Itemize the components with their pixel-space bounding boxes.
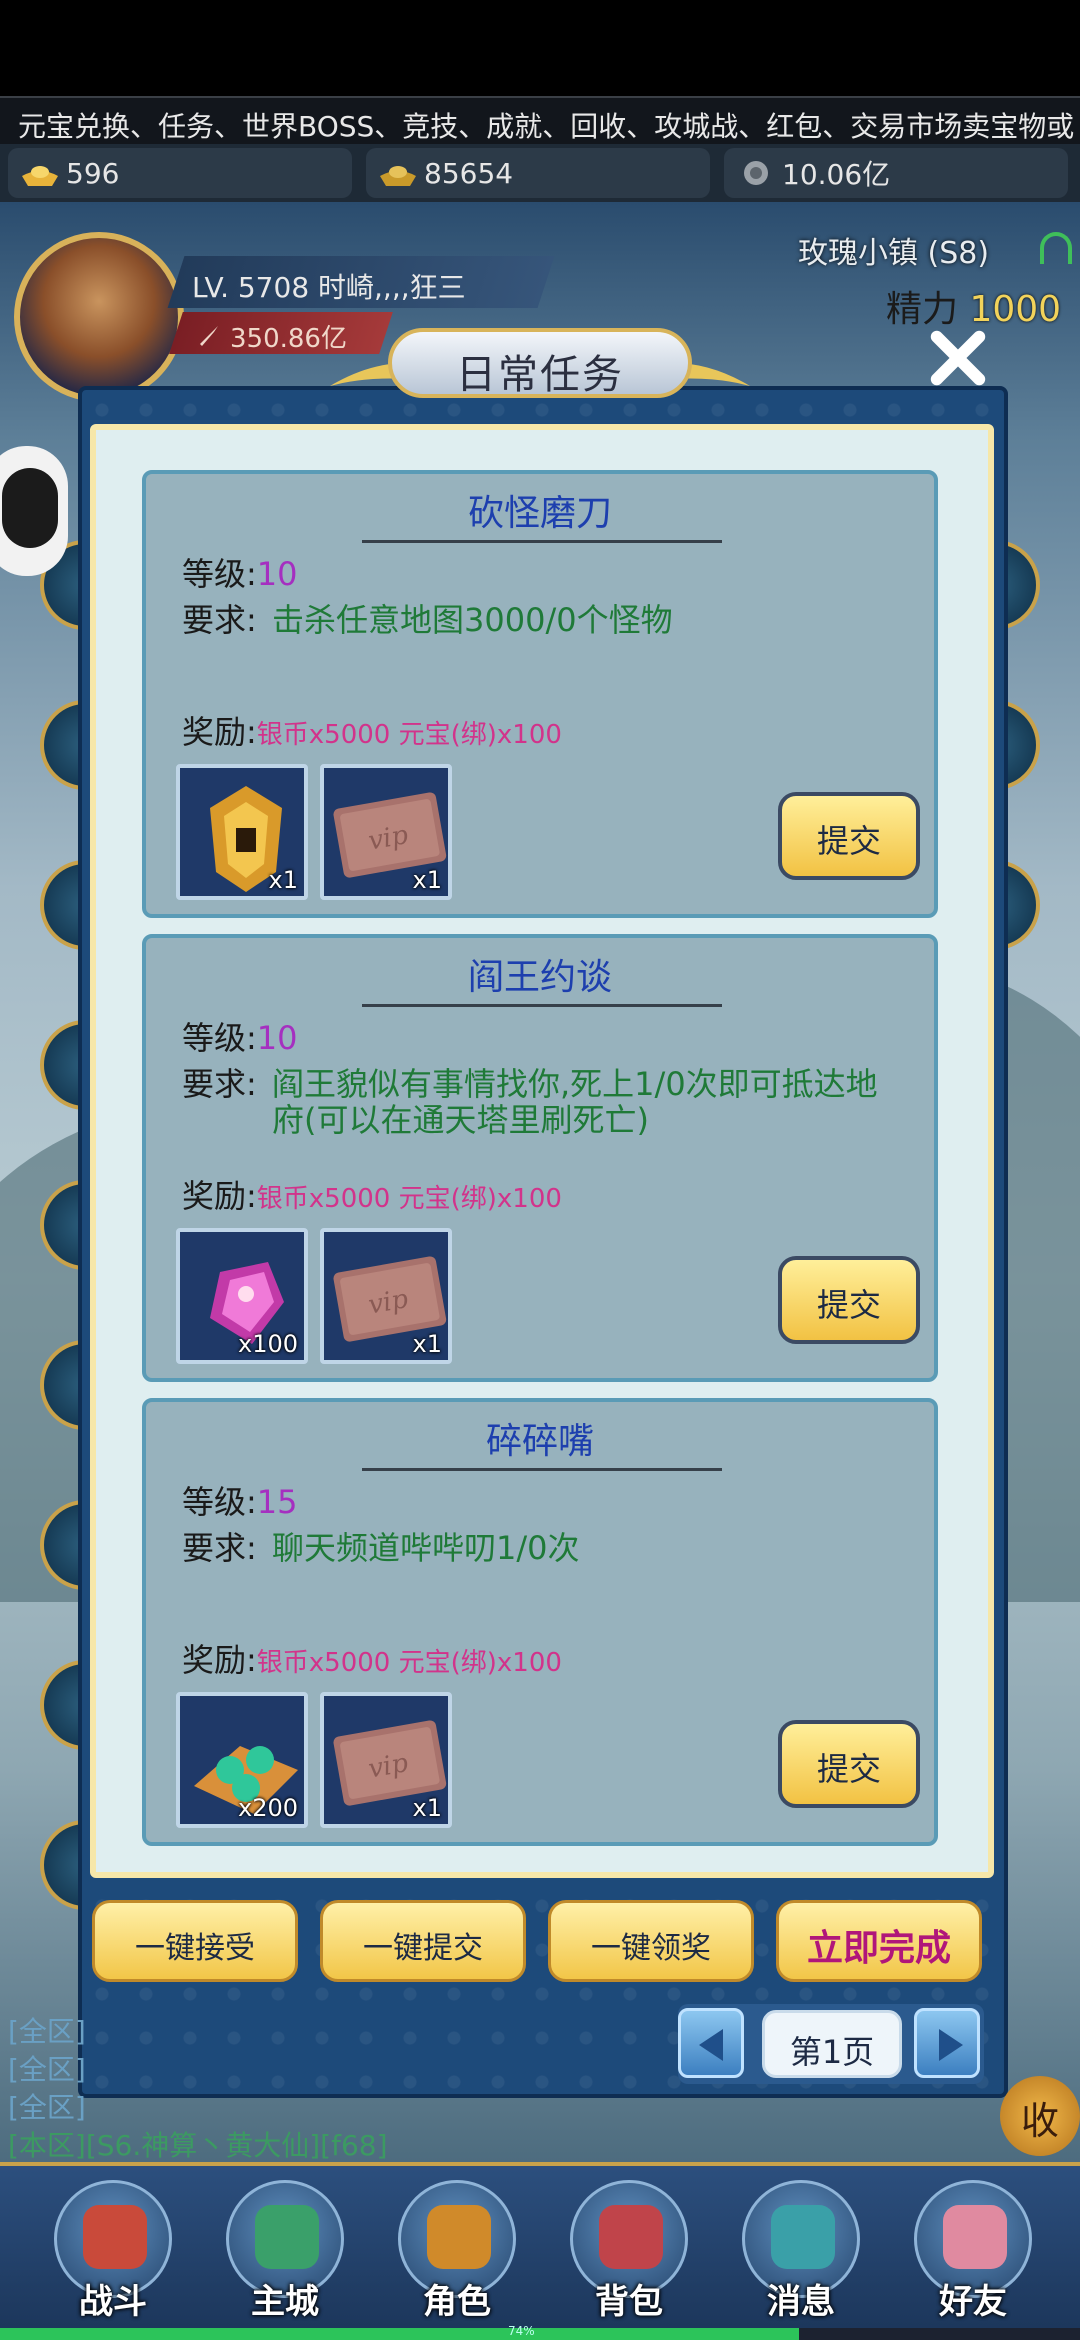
- divider: [362, 1004, 722, 1007]
- item-quantity: x1: [412, 866, 442, 894]
- marquee-text: 元宝兑换、任务、世界BOSS、竞技、成就、回收、攻城战、红包、交易市场卖宝物或: [18, 110, 1075, 143]
- quest-level: 等级:10: [182, 555, 298, 593]
- currency-bound-gold-value: 85654: [424, 156, 514, 190]
- message-icon: [771, 2205, 835, 2269]
- silver-coin-icon: [744, 161, 768, 185]
- currency-gold[interactable]: 596: [8, 148, 352, 198]
- bag-icon: [599, 2205, 663, 2269]
- submit-button[interactable]: 提交: [778, 792, 920, 880]
- experience-percent: 74%: [508, 2324, 535, 2338]
- reward-item-slot[interactable]: vip x1: [320, 764, 452, 900]
- game-screen: 元宝兑换、任务、世界BOSS、竞技、成就、回收、攻城战、红包、交易市场卖宝物或 …: [0, 0, 1080, 2340]
- reward-item-slot[interactable]: vip x1: [320, 1228, 452, 1364]
- submit-button[interactable]: 提交: [778, 1720, 920, 1808]
- collect-button[interactable]: 收: [1000, 2076, 1080, 2156]
- next-page-icon[interactable]: [914, 2008, 980, 2078]
- qq-penguin-icon[interactable]: [0, 446, 68, 576]
- nav-bag[interactable]: 背包: [554, 2174, 704, 2324]
- quest-name: 砍怪磨刀: [467, 493, 612, 534]
- divider: [362, 1468, 722, 1471]
- friends-icon: [943, 2205, 1007, 2269]
- quest-level: 等级:10: [182, 1019, 298, 1057]
- claim-all-button[interactable]: 一键领奖: [548, 1900, 754, 1982]
- quest-name: 碎碎嘴: [485, 1421, 594, 1462]
- quest-level: 等级:15: [182, 1483, 298, 1521]
- currency-silver[interactable]: 10.06亿: [724, 148, 1068, 198]
- status-bar: [0, 0, 1080, 96]
- nav-message[interactable]: 消息: [726, 2174, 876, 2324]
- reward-item-slot[interactable]: x1: [176, 764, 308, 900]
- accept-all-button[interactable]: 一键接受: [92, 1900, 298, 1982]
- player-avatar[interactable]: [14, 232, 184, 402]
- character-icon: [427, 2205, 491, 2269]
- currency-bar: 596 85654 10.06亿: [0, 144, 1080, 202]
- quest-name: 阎王约谈: [467, 957, 612, 998]
- item-quantity: x1: [268, 866, 298, 894]
- reward-item-slot[interactable]: x100: [176, 1228, 308, 1364]
- item-quantity: x100: [237, 1330, 298, 1358]
- experience-bar: 74%: [0, 2324, 1080, 2340]
- item-quantity: x1: [412, 1794, 442, 1822]
- bound-ingot-icon: [380, 166, 416, 186]
- dialog-title: 日常任务: [388, 328, 692, 398]
- divider: [362, 540, 722, 543]
- pagination: 第1页: [678, 2004, 984, 2084]
- reward-item-slot[interactable]: x200: [176, 1692, 308, 1828]
- bottom-nav: 战斗 主城 角色 背包 消息 好友: [0, 2162, 1080, 2340]
- chat-line: [全区]: [8, 2091, 86, 2124]
- gold-ingot-icon: [22, 166, 58, 186]
- battle-icon: [83, 2205, 147, 2269]
- quest-reward: 奖励:银币x5000 元宝(绑)x100: [182, 1177, 562, 1215]
- quest-card: 砍怪磨刀 等级:10 要求: 击杀任意地图3000/0个怪物 奖励:银币x5000…: [142, 470, 938, 918]
- nav-city[interactable]: 主城: [210, 2174, 360, 2324]
- submit-all-button[interactable]: 一键提交: [320, 1900, 526, 1982]
- chat-line: [本区][S6.神算丶黄大仙][f68]: [8, 2129, 388, 2162]
- submit-button[interactable]: 提交: [778, 1256, 920, 1344]
- item-quantity: x200: [237, 1794, 298, 1822]
- chat-feed[interactable]: [全区] [全区] [全区] [本区][S6.神算丶黄大仙][f68]: [0, 2010, 600, 2162]
- chat-line: [全区]: [8, 2015, 86, 2048]
- reward-item-slot[interactable]: vip x1: [320, 1692, 452, 1828]
- currency-bound-gold[interactable]: 85654: [366, 148, 710, 198]
- quest-reward: 奖励:银币x5000 元宝(绑)x100: [182, 713, 562, 751]
- city-icon: [255, 2205, 319, 2269]
- map-location: 玫瑰小镇 (S8): [798, 236, 990, 271]
- wifi-icon: [1040, 232, 1072, 264]
- nav-character[interactable]: 角色: [382, 2174, 532, 2324]
- announcement-marquee: 元宝兑换、任务、世界BOSS、竞技、成就、回收、攻城战、红包、交易市场卖宝物或: [0, 96, 1080, 144]
- item-quantity: x1: [412, 1330, 442, 1358]
- experience-fill: [0, 2328, 800, 2340]
- player-level-name: LV. 5708 时崎,,,,狂三: [192, 271, 466, 304]
- chat-line: [全区]: [8, 2053, 86, 2086]
- currency-gold-value: 596: [66, 156, 120, 190]
- nav-friends[interactable]: 好友: [898, 2174, 1048, 2324]
- page-indicator: 第1页: [762, 2010, 902, 2078]
- nav-battle[interactable]: 战斗: [38, 2174, 188, 2324]
- quest-reward: 奖励:银币x5000 元宝(绑)x100: [182, 1641, 562, 1679]
- quest-card: 碎碎嘴 等级:15 要求: 聊天频道哔哔叨1/0次 奖励:银币x5000 元宝(绑…: [142, 1398, 938, 1846]
- complete-now-button[interactable]: 立即完成: [776, 1900, 982, 1982]
- quest-card: 阎王约谈 等级:10 要求: 阎王貌似有事情找你,死上1/0次即可抵达地府(可以在…: [142, 934, 938, 1382]
- prev-page-icon[interactable]: [678, 2008, 744, 2078]
- currency-silver-value: 10.06亿: [782, 158, 891, 191]
- close-icon[interactable]: [918, 318, 998, 398]
- sword-icon: [200, 326, 218, 346]
